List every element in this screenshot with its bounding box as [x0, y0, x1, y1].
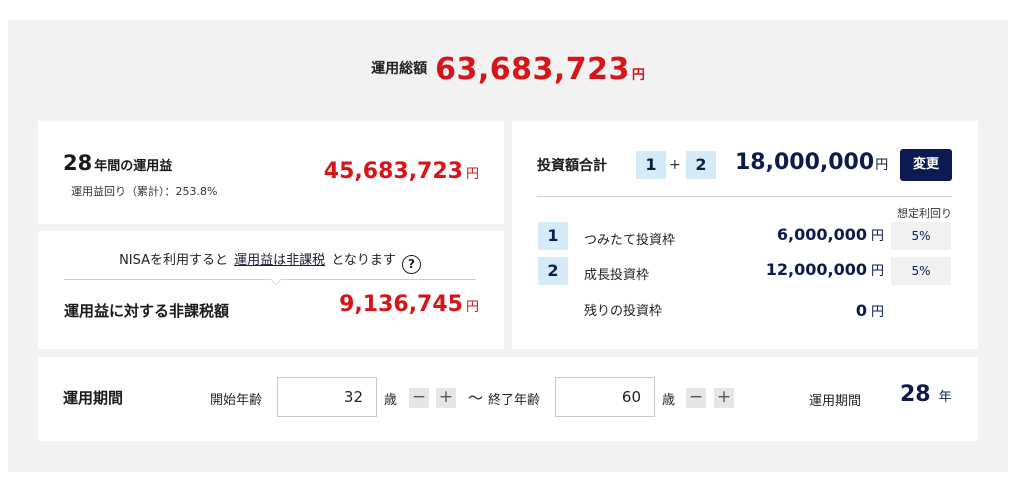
profit-years-number: 28 — [63, 151, 93, 175]
period-result: 28 年 — [900, 382, 952, 407]
growth-amount: 12,000,000 円 — [766, 260, 884, 279]
profit-years: 28 年間の運用益 — [63, 151, 172, 175]
range-tilde: 〜 — [468, 389, 484, 407]
tax-free-unit: 円 — [465, 300, 479, 315]
start-age-label: 開始年齢 — [210, 393, 263, 408]
end-age-minus-button[interactable]: − — [686, 388, 706, 408]
tax-card: NISAを利用すると 運用益は非課税 となります? 運用益に対する非課税額 9,… — [38, 231, 504, 349]
help-icon[interactable]: ? — [401, 255, 421, 274]
row-badge-1: 1 — [538, 222, 568, 250]
tsumitate-amount: 6,000,000 円 — [777, 225, 884, 244]
period-result-value: 28 — [900, 382, 931, 407]
period-result-label: 運用期間 — [809, 394, 862, 409]
period-title: 運用期間 — [63, 389, 124, 407]
tax-free-value: 9,136,745 円 — [339, 292, 479, 317]
total-label: 運用総額 — [371, 61, 428, 77]
tax-free-link[interactable]: 運用益は非課税 — [234, 253, 325, 268]
badge-2: 2 — [686, 151, 716, 179]
growth-unit: 円 — [870, 264, 884, 279]
profit-amount: 45,683,723 — [323, 159, 463, 184]
investment-divider — [537, 196, 952, 197]
nisa-prefix: NISAを利用すると — [119, 253, 229, 268]
end-age-plus-button[interactable]: + — [714, 388, 734, 408]
total-amount: 運用総額 63,683,723 円 — [0, 52, 1016, 87]
remaining-unit: 円 — [870, 305, 884, 320]
remaining-amount: 0円 — [856, 301, 884, 320]
profit-value: 45,683,723 円 — [324, 159, 479, 184]
period-result-unit: 年 — [938, 390, 952, 405]
total-value: 63,683,723 — [435, 52, 630, 87]
investment-card: 投資額合計 1 + 2 18,000,000円 変更 想定利回り 1 つみたて投… — [512, 121, 978, 349]
nisa-note: NISAを利用すると 運用益は非課税 となります? — [38, 249, 502, 274]
period-card: 運用期間 開始年齢 歳 − + 〜 終了年齢 歳 − + 運用期間 28 年 — [38, 357, 978, 441]
plus-sign: + — [669, 157, 681, 173]
remaining-value: 0 — [855, 301, 867, 320]
row-badge-2: 2 — [538, 257, 568, 285]
tsumitate-value: 6,000,000 — [776, 225, 867, 244]
investment-total-label: 投資額合計 — [537, 158, 607, 174]
expected-rate-header: 想定利回り — [897, 207, 952, 220]
change-button[interactable]: 変更 — [900, 149, 952, 181]
profit-unit: 円 — [465, 167, 479, 182]
profit-years-label: 年間の運用益 — [94, 159, 173, 174]
remaining-label: 残りの投資枠 — [584, 304, 663, 319]
growth-rate[interactable]: 5% — [891, 257, 951, 285]
profit-rate: 運用益回り（累計）：253.8% — [71, 185, 218, 198]
end-age-unit: 歳 — [662, 393, 676, 408]
tax-free-amount: 9,136,745 — [339, 292, 463, 317]
total-unit: 円 — [631, 68, 645, 83]
tsumitate-rate[interactable]: 5% — [891, 222, 951, 250]
growth-value: 12,000,000 — [765, 260, 867, 279]
nisa-suffix: となります — [331, 253, 396, 268]
start-age-unit: 歳 — [384, 393, 398, 408]
profit-card: 28 年間の運用益 運用益回り（累計）：253.8% 45,683,723 円 — [38, 121, 504, 224]
end-age-label: 終了年齢 — [488, 393, 541, 408]
start-age-input[interactable] — [277, 377, 377, 417]
tax-free-label: 運用益に対する非課税額 — [64, 302, 230, 320]
investment-total: 18,000,000円 — [735, 150, 888, 175]
end-age-input[interactable] — [555, 377, 655, 417]
investment-total-value: 18,000,000 — [735, 150, 875, 175]
tsumitate-label: つみたて投資枠 — [584, 233, 676, 248]
start-age-plus-button[interactable]: + — [436, 388, 456, 408]
investment-total-unit: 円 — [875, 158, 889, 173]
growth-label: 成長投資枠 — [584, 268, 650, 283]
start-age-minus-button[interactable]: − — [409, 388, 429, 408]
tsumitate-unit: 円 — [870, 229, 884, 244]
badge-1: 1 — [636, 151, 666, 179]
